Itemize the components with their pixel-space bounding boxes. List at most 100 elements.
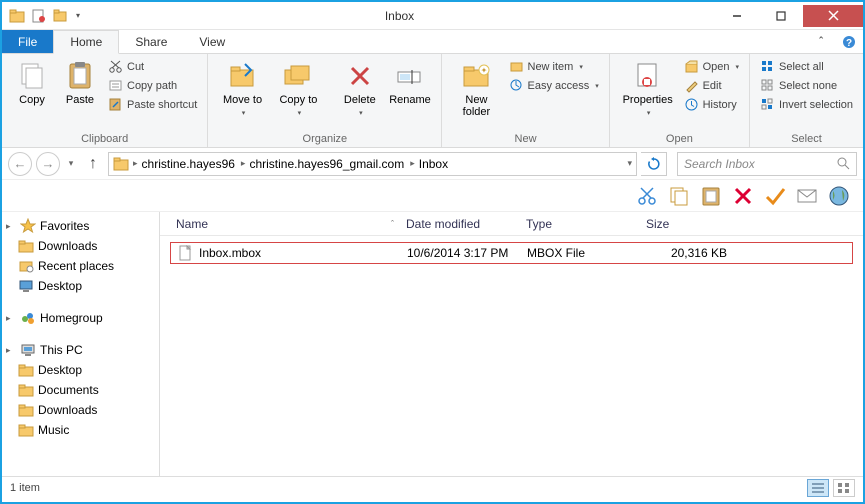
copy-to-icon — [282, 60, 314, 92]
nav-desktop[interactable]: Desktop — [2, 276, 159, 296]
folder-icon — [18, 402, 34, 418]
nav-desktop2[interactable]: Desktop — [2, 360, 159, 380]
column-size[interactable]: Size — [640, 217, 740, 231]
mail-tool-icon[interactable] — [795, 184, 819, 208]
svg-text:?: ? — [846, 38, 852, 49]
folder-icon — [18, 422, 34, 438]
computer-icon — [20, 342, 36, 358]
history-button[interactable]: History — [682, 96, 741, 113]
copy-to-button[interactable]: Copy to ▾ — [273, 58, 324, 120]
nav-up-button[interactable]: ↑ — [82, 153, 104, 175]
column-name[interactable]: Nameˆ — [170, 217, 400, 231]
new-folder-button[interactable]: ✦ New folder — [450, 58, 502, 120]
thispc-header[interactable]: ▸This PC — [2, 340, 159, 360]
column-date[interactable]: Date modified — [400, 217, 520, 231]
help-icon[interactable]: ? — [835, 30, 863, 53]
nav-history-button[interactable]: ▾ — [64, 152, 78, 176]
paste-shortcut-icon — [108, 97, 123, 112]
paste-tool-icon[interactable] — [699, 184, 723, 208]
icons-view-button[interactable] — [833, 479, 855, 497]
breadcrumb-seg1[interactable]: christine.hayes96 — [142, 157, 235, 171]
share-tab[interactable]: Share — [119, 30, 183, 53]
svg-text:✦: ✦ — [481, 66, 488, 75]
recent-icon — [18, 258, 34, 274]
check-tool-icon[interactable] — [763, 184, 787, 208]
easy-access-button[interactable]: Easy access▾ — [507, 77, 601, 94]
favorites-header[interactable]: ▸Favorites — [2, 216, 159, 236]
address-bar[interactable]: ▸christine.hayes96 ▸christine.hayes96_gm… — [108, 152, 637, 176]
paste-button[interactable]: Paste — [58, 58, 102, 108]
file-icon — [177, 245, 193, 261]
nav-music[interactable]: Music — [2, 420, 159, 440]
minimize-button[interactable] — [715, 5, 759, 27]
nav-recent-places[interactable]: Recent places — [2, 256, 159, 276]
easy-access-icon — [509, 78, 524, 93]
nav-documents[interactable]: Documents — [2, 380, 159, 400]
delete-tool-icon[interactable] — [731, 184, 755, 208]
properties-button[interactable]: Properties ▾ — [618, 58, 678, 120]
edit-button[interactable]: Edit — [682, 77, 741, 94]
homegroup-icon — [20, 310, 36, 326]
edit-icon — [684, 78, 699, 93]
nav-downloads[interactable]: Downloads — [2, 236, 159, 256]
nav-downloads2[interactable]: Downloads — [2, 400, 159, 420]
folder-icon — [18, 382, 34, 398]
scissors-icon — [108, 59, 123, 74]
breadcrumb-seg2[interactable]: christine.hayes96_gmail.com — [249, 157, 404, 171]
folder-icon — [18, 362, 34, 378]
cut-tool-icon[interactable] — [635, 184, 659, 208]
view-tab[interactable]: View — [183, 30, 241, 53]
delete-button[interactable]: Delete ▾ — [337, 58, 383, 120]
properties-icon — [632, 60, 664, 92]
navigation-pane[interactable]: ▸Favorites Downloads Recent places Deskt… — [2, 212, 160, 476]
select-all-icon — [760, 59, 775, 74]
copy-button[interactable]: Copy — [10, 58, 54, 108]
nav-back-button[interactable]: ← — [8, 152, 32, 176]
breadcrumb-seg3[interactable]: Inbox — [419, 157, 448, 171]
globe-tool-icon[interactable] — [827, 184, 851, 208]
column-type[interactable]: Type — [520, 217, 640, 231]
delete-icon — [344, 60, 376, 92]
open-icon — [684, 59, 699, 74]
copy-path-button[interactable]: Copy path — [106, 77, 199, 94]
file-date: 10/6/2014 3:17 PM — [407, 246, 527, 260]
organize-group-label: Organize — [216, 131, 433, 145]
select-none-icon — [760, 78, 775, 93]
open-group-label: Open — [618, 131, 741, 145]
window-title: Inbox — [84, 9, 715, 23]
cut-button[interactable]: Cut — [106, 58, 199, 75]
paste-icon — [64, 60, 96, 92]
rename-button[interactable]: Rename — [387, 58, 434, 108]
close-button[interactable] — [803, 5, 863, 27]
nav-forward-button[interactable]: → — [36, 152, 60, 176]
refresh-button[interactable] — [641, 152, 667, 176]
qat-newfolder-icon[interactable] — [50, 5, 72, 27]
maximize-button[interactable] — [759, 5, 803, 27]
open-button[interactable]: Open▾ — [682, 58, 741, 75]
folder-icon — [6, 5, 28, 27]
invert-selection-icon — [760, 97, 775, 112]
invert-selection-button[interactable]: Invert selection — [758, 96, 855, 113]
select-all-button[interactable]: Select all — [758, 58, 855, 75]
move-to-button[interactable]: Move to ▾ — [216, 58, 268, 120]
select-group-label: Select — [758, 131, 855, 145]
new-item-icon — [509, 59, 524, 74]
column-headers[interactable]: Nameˆ Date modified Type Size — [160, 212, 863, 236]
paste-shortcut-button[interactable]: Paste shortcut — [106, 96, 199, 113]
move-to-icon — [227, 60, 259, 92]
qat-dropdown-icon[interactable]: ▾ — [72, 5, 84, 27]
new-item-button[interactable]: New item▾ — [507, 58, 601, 75]
new-group-label: New — [450, 131, 600, 145]
file-type: MBOX File — [527, 246, 647, 260]
home-tab[interactable]: Home — [53, 30, 119, 54]
select-none-button[interactable]: Select none — [758, 77, 855, 94]
search-icon — [837, 157, 850, 170]
search-input[interactable]: Search Inbox — [677, 152, 857, 176]
copy-tool-icon[interactable] — [667, 184, 691, 208]
file-row[interactable]: Inbox.mbox 10/6/2014 3:17 PM MBOX File 2… — [170, 242, 853, 264]
homegroup-header[interactable]: ▸Homegroup — [2, 308, 159, 328]
file-tab[interactable]: File — [2, 30, 53, 53]
qat-properties-icon[interactable] — [28, 5, 50, 27]
ribbon-collapse-icon[interactable]: ˆ — [807, 30, 835, 53]
details-view-button[interactable] — [807, 479, 829, 497]
